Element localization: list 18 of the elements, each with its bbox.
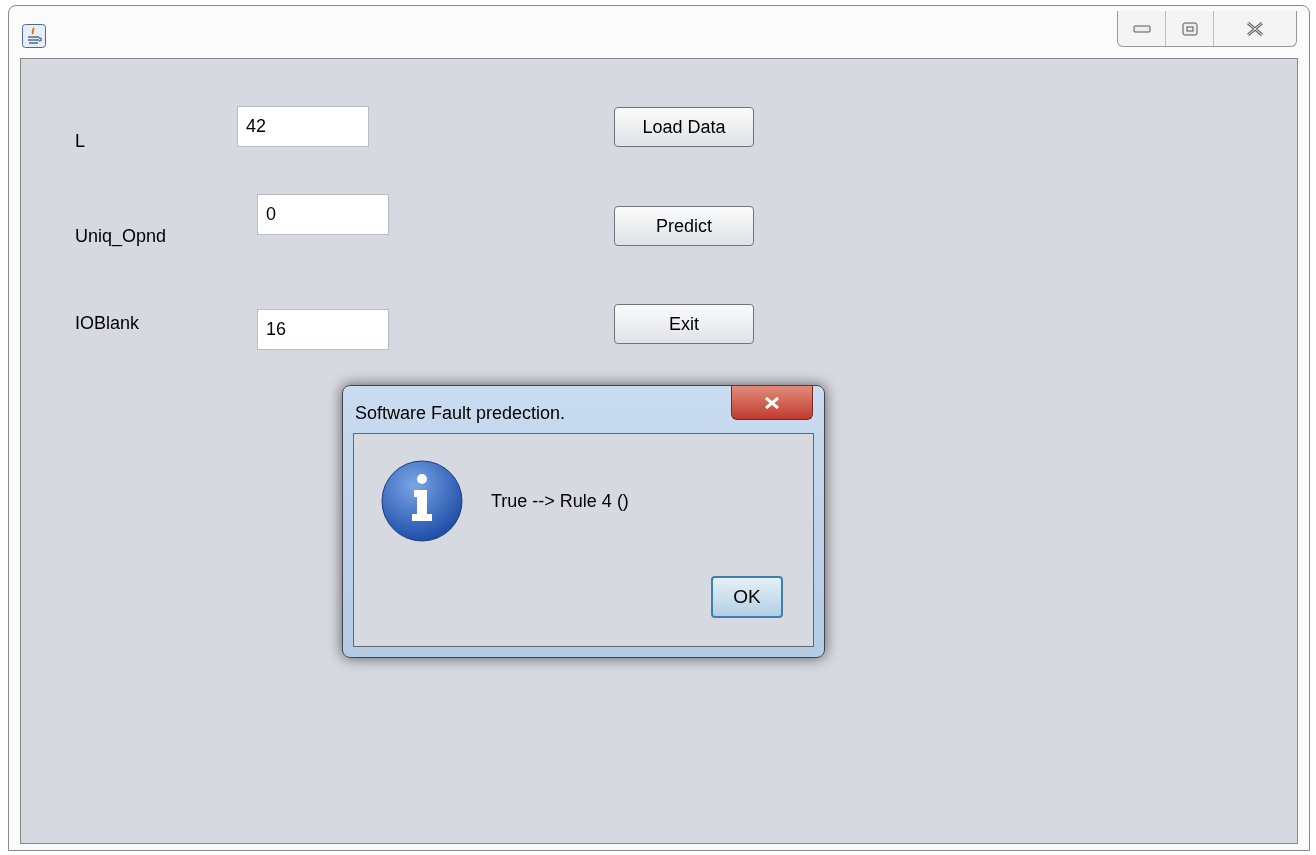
field-label: Uniq_Opnd xyxy=(75,225,168,249)
ok-button[interactable]: OK xyxy=(711,576,783,618)
info-icon xyxy=(381,460,463,542)
dialog-message: True --> Rule 4 () xyxy=(491,489,629,513)
field-label: IOBlank xyxy=(75,312,141,335)
text-field[interactable]: 0 xyxy=(257,194,389,235)
text-field[interactable]: 16 xyxy=(257,309,389,350)
text-field[interactable]: 42 xyxy=(237,106,369,147)
minimize-icon xyxy=(1132,24,1151,33)
field-label: L xyxy=(75,130,86,153)
action-button[interactable]: Predict xyxy=(614,206,754,246)
action-button[interactable]: Load Data xyxy=(614,107,754,147)
close-icon xyxy=(1246,21,1264,36)
action-button[interactable]: Exit xyxy=(614,304,754,344)
maximize-icon xyxy=(1181,21,1198,36)
dialog-title: Software Fault predection. xyxy=(355,402,566,425)
close-icon xyxy=(764,396,780,409)
close-button[interactable] xyxy=(731,386,813,420)
